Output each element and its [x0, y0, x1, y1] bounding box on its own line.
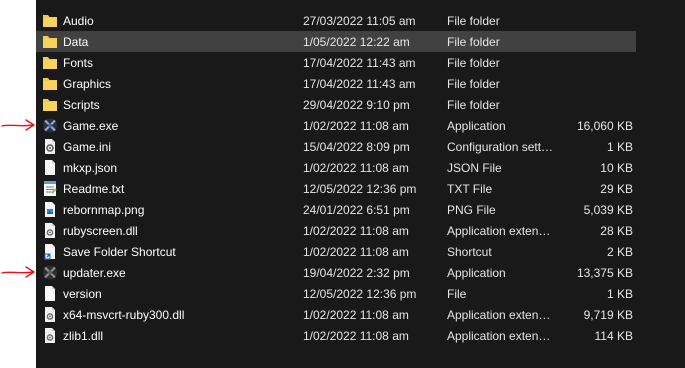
dll-file-icon	[42, 327, 58, 344]
file-name: Save Folder Shortcut	[63, 245, 176, 259]
dll-file-icon	[42, 222, 58, 239]
file-name: x64-msvcrt-ruby300.dll	[63, 308, 185, 322]
file-size: 1 KB	[606, 287, 633, 301]
file-name: Scripts	[63, 98, 100, 112]
file-name: zlib1.dll	[63, 329, 104, 343]
file-date-modified: 27/03/2022 11:05 am	[303, 14, 416, 28]
file-name: Readme.txt	[63, 182, 125, 196]
dll-file-icon	[42, 306, 58, 323]
file-size: 16,060 KB	[576, 119, 633, 133]
file-date-modified: 24/01/2022 6:51 pm	[303, 203, 410, 217]
config-file-icon	[42, 138, 58, 155]
file-date-modified: 17/04/2022 11:43 am	[303, 56, 416, 70]
file-type: Configuration sett…	[447, 140, 554, 154]
file-row-mkxp-json[interactable]: mkxp.json 1/02/2022 11:08 am JSON File 10 K…	[36, 157, 636, 178]
file-type: Application exten…	[447, 329, 551, 343]
file-row-rubyscreen-dll[interactable]: rubyscreen.dll 1/02/2022 11:08 am Applicat…	[36, 220, 636, 241]
file-date-modified: 29/04/2022 9:10 pm	[303, 98, 410, 112]
file-size: 9,719 KB	[583, 308, 633, 322]
folder-icon	[42, 12, 58, 29]
file-date-modified: 1/02/2022 11:08 am	[303, 245, 409, 259]
file-type: Application exten…	[447, 308, 551, 322]
file-name: updater.exe	[63, 266, 126, 280]
file-type: Application exten…	[447, 224, 551, 238]
file-row-zlib1-dll[interactable]: zlib1.dll 1/02/2022 11:08 am Application e…	[36, 325, 636, 346]
folder-icon	[42, 75, 58, 92]
blank-file-icon	[42, 285, 58, 302]
notepad-icon	[42, 180, 58, 197]
file-name: Game.exe	[63, 119, 119, 133]
file-row-readme-txt[interactable]: Readme.txt 12/05/2022 12:36 pm TXT File 29 …	[36, 178, 636, 199]
folder-icon	[42, 96, 58, 113]
file-size: 13,375 KB	[576, 266, 633, 280]
file-date-modified: 15/04/2022 8:09 pm	[303, 140, 410, 154]
file-row-game-exe[interactable]: Game.exe 1/02/2022 11:08 am Application 16,…	[36, 115, 636, 136]
file-date-modified: 17/04/2022 11:43 am	[303, 77, 416, 91]
file-row-scripts[interactable]: Scripts 29/04/2022 9:10 pm File folder	[36, 94, 636, 115]
file-name: rubyscreen.dll	[63, 224, 138, 238]
file-row-data[interactable]: Data 1/05/2022 12:22 am File folder	[36, 31, 636, 52]
red-arrow-icon	[0, 118, 38, 132]
file-type: JSON File	[447, 161, 502, 175]
file-row-audio[interactable]: Audio 27/03/2022 11:05 am File folder	[36, 10, 636, 31]
file-size: 1 KB	[606, 140, 633, 154]
file-date-modified: 1/05/2022 12:22 am	[303, 35, 410, 49]
shortcut-icon	[42, 243, 58, 260]
file-date-modified: 12/05/2022 12:36 pm	[303, 182, 417, 196]
file-row-game-ini[interactable]: Game.ini 15/04/2022 8:09 pm Configuration …	[36, 136, 636, 157]
file-type: Application	[447, 266, 506, 280]
file-name: Data	[63, 35, 89, 49]
file-row-updater-exe[interactable]: updater.exe 19/04/2022 2:32 pm Application…	[36, 262, 636, 283]
file-name: Fonts	[63, 56, 94, 70]
generic-file-icon	[42, 159, 58, 176]
folder-icon	[42, 33, 58, 50]
file-size: 114 KB	[594, 329, 633, 343]
file-date-modified: 1/02/2022 11:08 am	[303, 161, 409, 175]
file-size: 10 KB	[600, 161, 633, 175]
file-type: File folder	[447, 98, 500, 112]
file-type: File folder	[447, 56, 500, 70]
file-date-modified: 12/05/2022 12:36 pm	[303, 287, 417, 301]
file-size: 28 KB	[600, 224, 633, 238]
file-row-fonts[interactable]: Fonts 17/04/2022 11:43 am File folder	[36, 52, 636, 73]
file-name: Graphics	[63, 77, 112, 91]
file-type: File folder	[447, 14, 500, 28]
file-date-modified: 1/02/2022 11:08 am	[303, 224, 409, 238]
file-size: 5,039 KB	[583, 203, 633, 217]
file-type: Shortcut	[447, 245, 492, 259]
file-size: 29 KB	[600, 182, 633, 196]
red-arrow-icon	[0, 265, 38, 279]
file-date-modified: 1/02/2022 11:08 am	[303, 329, 409, 343]
file-name: version	[63, 287, 102, 301]
file-type: File folder	[447, 35, 500, 49]
file-row-graphics[interactable]: Graphics 17/04/2022 11:43 am File folder	[36, 73, 636, 94]
file-name: Audio	[63, 14, 94, 28]
file-name: mkxp.json	[63, 161, 118, 175]
file-date-modified: 19/04/2022 2:32 pm	[303, 266, 410, 280]
file-type: Application	[447, 119, 506, 133]
game-exe-icon	[42, 117, 58, 134]
file-row-rebornmap-png[interactable]: rebornmap.png 24/01/2022 6:51 pm PNG File 5…	[36, 199, 636, 220]
file-name: Game.ini	[63, 140, 112, 154]
file-date-modified: 1/02/2022 11:08 am	[303, 119, 409, 133]
file-row-version[interactable]: version 12/05/2022 12:36 pm File 1 KB	[36, 283, 636, 304]
file-type: File	[447, 287, 467, 301]
image-file-icon	[42, 201, 58, 218]
file-type: File folder	[447, 77, 500, 91]
file-row-x64-msvcrt-ruby300-dll[interactable]: x64-msvcrt-ruby300.dll 1/02/2022 11:08 am…	[36, 304, 636, 325]
file-type: TXT File	[447, 182, 493, 196]
folder-icon	[42, 54, 58, 71]
file-name: rebornmap.png	[63, 203, 145, 217]
updater-exe-icon	[42, 264, 58, 281]
file-size: 2 KB	[606, 245, 633, 259]
file-date-modified: 1/02/2022 11:08 am	[303, 308, 409, 322]
file-row-save-folder-shortcut[interactable]: Save Folder Shortcut 1/02/2022 11:08 am Sh…	[36, 241, 636, 262]
file-list: Audio 27/03/2022 11:05 am File folder Data 1…	[36, 0, 685, 368]
file-type: PNG File	[447, 203, 496, 217]
